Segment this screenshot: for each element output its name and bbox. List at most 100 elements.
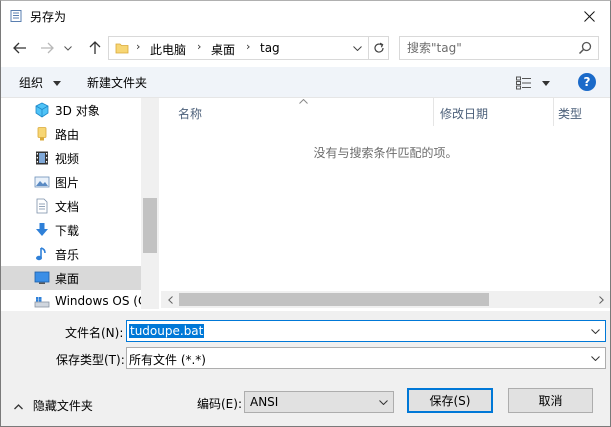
- sort-up-icon: [299, 99, 308, 104]
- horizontal-scrollbar[interactable]: [161, 291, 610, 308]
- organize-button[interactable]: 组织: [19, 74, 61, 91]
- close-button[interactable]: [569, 1, 609, 31]
- scrollbar-thumb[interactable]: [179, 293, 489, 306]
- hide-folders-toggle[interactable]: 隐藏文件夹: [14, 397, 93, 414]
- sidebar-item-desktop[interactable]: 桌面: [1, 266, 141, 290]
- column-header-type[interactable]: 类型: [554, 98, 610, 126]
- search-icon[interactable]: [577, 40, 593, 56]
- chevron-down-icon: [378, 399, 388, 405]
- column-header-label: 名称: [178, 107, 203, 121]
- back-button[interactable]: [10, 38, 30, 58]
- sidebar-item-label: 3D 对象: [55, 104, 100, 118]
- sidebar-item-videos[interactable]: 视频: [1, 146, 141, 170]
- save-form: 文件名(N): tudoupe.bat 保存类型(T): 所有文件 (*.*) …: [1, 311, 610, 426]
- search-input[interactable]: [400, 37, 570, 59]
- sidebar-item-label: 路由: [55, 128, 80, 142]
- desktop-icon: [34, 271, 50, 284]
- sidebar-item-label: 下载: [55, 224, 80, 238]
- picture-icon: [34, 176, 50, 188]
- chevron-down-icon: [352, 45, 362, 51]
- search-box[interactable]: [399, 36, 599, 60]
- title-bar: 另存为: [1, 1, 610, 31]
- encoding-value: ANSI: [250, 395, 279, 409]
- column-header-name[interactable]: 名称: [161, 98, 434, 126]
- notepad-icon: [10, 10, 22, 22]
- column-header-label: 修改日期: [440, 107, 489, 121]
- column-header-label: 类型: [558, 107, 583, 121]
- breadcrumb-desktop[interactable]: 桌面: [211, 41, 235, 58]
- breadcrumb-tag[interactable]: tag: [260, 41, 280, 55]
- folder-yellow-icon: [37, 127, 47, 141]
- cube-3d-icon: [35, 102, 49, 118]
- sidebar-item-windows-drive[interactable]: Windows OS (C: [1, 290, 141, 309]
- sidebar-item-label: 音乐: [55, 248, 80, 262]
- filename-dropdown-button[interactable]: [585, 321, 605, 341]
- breadcrumb-separator-icon: ›: [246, 40, 251, 53]
- filename-value: tudoupe.bat: [129, 324, 205, 338]
- address-dropdown-button[interactable]: [347, 37, 367, 59]
- forward-button[interactable]: [37, 38, 57, 58]
- address-bar[interactable]: › 此电脑 › 桌面 › tag: [108, 36, 389, 60]
- arrow-left-icon: [13, 42, 26, 54]
- sidebar-item-pictures[interactable]: 图片: [1, 170, 141, 194]
- sidebar-item-label: 桌面: [55, 272, 80, 286]
- sidebar-item-label: 文档: [55, 200, 80, 214]
- sidebar-item-label: 图片: [55, 176, 80, 190]
- save-button[interactable]: 保存(S): [407, 388, 493, 413]
- save-as-dialog: 另存为 › 此电脑 › 桌面 › tag 搜索"tag" 组织 新建文件夹 ? …: [0, 0, 611, 427]
- command-toolbar: 组织 新建文件夹 ?: [1, 67, 610, 98]
- chevron-left-icon: [167, 295, 173, 304]
- arrow-up-icon: [89, 41, 101, 54]
- folder-icon: [115, 43, 129, 54]
- download-arrow-icon: [36, 223, 48, 236]
- change-view-button[interactable]: [514, 73, 554, 93]
- sidebar-item-3d-objects[interactable]: 3D 对象: [1, 98, 141, 122]
- scrollbar-thumb[interactable]: [143, 198, 157, 253]
- drive-icon: [34, 297, 50, 308]
- sidebar-item-documents[interactable]: 文档: [1, 194, 141, 218]
- navigation-bar: › 此电脑 › 桌面 › tag: [1, 32, 610, 64]
- music-note-icon: [36, 247, 46, 261]
- organize-label: 组织: [19, 76, 44, 90]
- empty-message: 没有与搜索条件匹配的项。: [313, 146, 458, 160]
- chevron-right-icon: [598, 295, 604, 304]
- new-folder-button[interactable]: 新建文件夹: [87, 74, 147, 91]
- caret-down-icon: [52, 81, 61, 86]
- filetype-select[interactable]: 所有文件 (*.*): [126, 347, 606, 369]
- chevron-down-icon: [590, 328, 600, 334]
- filename-field[interactable]: tudoupe.bat: [126, 320, 606, 342]
- sidebar-item-label: 视频: [55, 152, 80, 166]
- refresh-button[interactable]: [368, 37, 389, 59]
- filename-label: 文件名(N):: [65, 326, 124, 340]
- encoding-label: 编码(E):: [197, 397, 242, 411]
- cancel-button[interactable]: 取消: [508, 388, 593, 413]
- details-view-icon: [516, 76, 531, 90]
- recent-locations-button[interactable]: [61, 38, 75, 58]
- up-button[interactable]: [85, 38, 105, 58]
- sidebar-item-music[interactable]: 音乐: [1, 242, 141, 266]
- navigation-pane-scrollbar[interactable]: [141, 98, 159, 309]
- breadcrumb-separator-icon: ›: [197, 40, 202, 53]
- encoding-dropdown-button[interactable]: [373, 392, 393, 412]
- breadcrumb-this-pc[interactable]: 此电脑: [150, 41, 186, 58]
- document-icon: [36, 198, 48, 214]
- navigation-pane: 3D 对象 路由 视频 图片 文档 下载 音乐 桌面 Windows OS (C: [1, 98, 141, 309]
- window-title: 另存为: [30, 10, 67, 24]
- chevron-down-icon: [590, 355, 600, 361]
- close-icon: [583, 10, 595, 22]
- hide-folders-label: 隐藏文件夹: [32, 399, 93, 413]
- filetype-label: 保存类型(T):: [56, 353, 125, 367]
- scroll-left-button[interactable]: [162, 293, 178, 306]
- chevron-up-icon: [14, 403, 23, 409]
- scroll-right-button[interactable]: [593, 293, 609, 306]
- help-button[interactable]: ?: [578, 73, 596, 91]
- encoding-select[interactable]: ANSI: [244, 391, 394, 413]
- question-mark-icon: ?: [583, 75, 591, 89]
- arrow-right-icon: [41, 42, 54, 54]
- refresh-icon: [374, 42, 384, 53]
- sidebar-item-downloads[interactable]: 下载: [1, 218, 141, 242]
- column-header-modified[interactable]: 修改日期: [434, 98, 554, 126]
- filetype-dropdown-button[interactable]: [585, 348, 605, 368]
- sidebar-item-router[interactable]: 路由: [1, 122, 141, 146]
- breadcrumb-separator-icon: ›: [136, 40, 141, 53]
